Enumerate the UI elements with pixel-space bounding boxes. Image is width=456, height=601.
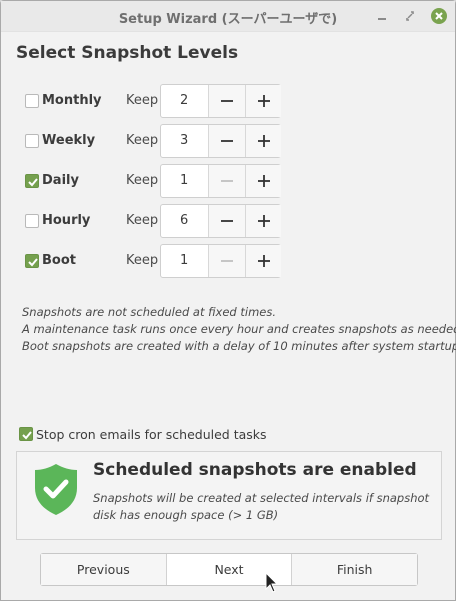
hourly-keep-input[interactable]: 6: [161, 205, 208, 237]
daily-keep-input[interactable]: 1: [161, 165, 208, 197]
increment-button[interactable]: [245, 165, 281, 197]
weekly-keep-input[interactable]: 3: [161, 125, 208, 157]
minus-icon: [221, 260, 233, 262]
level-row-boot: Boot Keep 1: [1, 242, 455, 278]
plus-icon: [258, 255, 270, 267]
page-title: Select Snapshot Levels: [16, 43, 239, 63]
decrement-button[interactable]: [208, 125, 245, 157]
checkmark-icon: [28, 178, 38, 187]
minus-icon: [221, 220, 233, 222]
decrement-button: [208, 165, 245, 197]
minus-icon: [221, 180, 233, 182]
level-row-weekly: Weekly Keep 3: [1, 122, 455, 158]
plus-icon: [258, 95, 270, 107]
level-name: Daily: [42, 173, 79, 188]
monthly-keep-input[interactable]: 2: [161, 85, 208, 117]
stop-cron-emails-checkbox[interactable]: [19, 427, 33, 441]
keep-label: Keep: [126, 253, 159, 268]
boot-checkbox[interactable]: [25, 254, 39, 268]
monthly-keep-stepper: 2: [160, 84, 281, 118]
keep-label: Keep: [126, 213, 159, 228]
level-name: Hourly: [42, 213, 91, 228]
close-icon[interactable]: [430, 7, 448, 25]
plus-icon: [258, 175, 270, 187]
keep-label: Keep: [126, 173, 159, 188]
keep-label: Keep: [126, 133, 159, 148]
level-name: Boot: [42, 253, 76, 268]
stop-cron-emails-label[interactable]: Stop cron emails for scheduled tasks: [36, 427, 267, 442]
plus-icon: [258, 215, 270, 227]
decrement-button[interactable]: [208, 85, 245, 117]
level-name: Monthly: [42, 93, 102, 108]
hourly-keep-stepper: 6: [160, 204, 281, 238]
increment-button[interactable]: [245, 125, 281, 157]
hourly-checkbox[interactable]: [25, 214, 39, 228]
daily-checkbox[interactable]: [25, 174, 39, 188]
increment-button[interactable]: [245, 205, 281, 237]
plus-icon: [258, 135, 270, 147]
increment-button[interactable]: [245, 85, 281, 117]
daily-keep-stepper: 1: [160, 164, 281, 198]
decrement-button: [208, 245, 245, 277]
status-description: Snapshots will be created at selected in…: [93, 491, 430, 522]
setup-wizard-window: Setup Wizard (スーパーユーザで) Select Snapshot …: [0, 0, 456, 601]
minus-icon: [221, 140, 233, 142]
note-line: Snapshots are not scheduled at fixed tim…: [22, 305, 276, 319]
schedule-note: Snapshots are not scheduled at fixed tim…: [22, 304, 456, 355]
minus-icon: [221, 100, 233, 102]
mouse-pointer-icon: [265, 571, 279, 598]
level-row-hourly: Hourly Keep 6: [1, 202, 455, 238]
title-bar: Setup Wizard (スーパーユーザで): [1, 1, 455, 32]
maximize-icon[interactable]: [401, 7, 419, 25]
checkmark-icon: [28, 258, 38, 267]
level-row-daily: Daily Keep 1: [1, 162, 455, 198]
note-line: A maintenance task runs once every hour …: [22, 322, 456, 336]
decrement-button[interactable]: [208, 205, 245, 237]
checkmark-icon: [22, 431, 32, 440]
note-line: Boot snapshots are created with a delay …: [22, 339, 456, 353]
keep-label: Keep: [126, 93, 159, 108]
boot-keep-input[interactable]: 1: [161, 245, 208, 277]
level-row-monthly: Monthly Keep 2: [1, 82, 455, 118]
monthly-checkbox[interactable]: [25, 94, 39, 108]
increment-button[interactable]: [245, 245, 281, 277]
status-panel: Scheduled snapshots are enabled Snapshot…: [16, 451, 442, 540]
previous-button[interactable]: Previous: [41, 554, 166, 585]
wizard-navigation: Previous Next Finish: [40, 553, 418, 586]
finish-button[interactable]: Finish: [291, 554, 418, 585]
status-title: Scheduled snapshots are enabled: [93, 460, 417, 480]
shield-check-icon: [33, 462, 79, 520]
cron-option: Stop cron emails for scheduled tasks: [1, 425, 455, 445]
boot-keep-stepper: 1: [160, 244, 281, 278]
weekly-keep-stepper: 3: [160, 124, 281, 158]
minimize-icon[interactable]: [373, 7, 391, 25]
level-name: Weekly: [42, 133, 96, 148]
weekly-checkbox[interactable]: [25, 134, 39, 148]
